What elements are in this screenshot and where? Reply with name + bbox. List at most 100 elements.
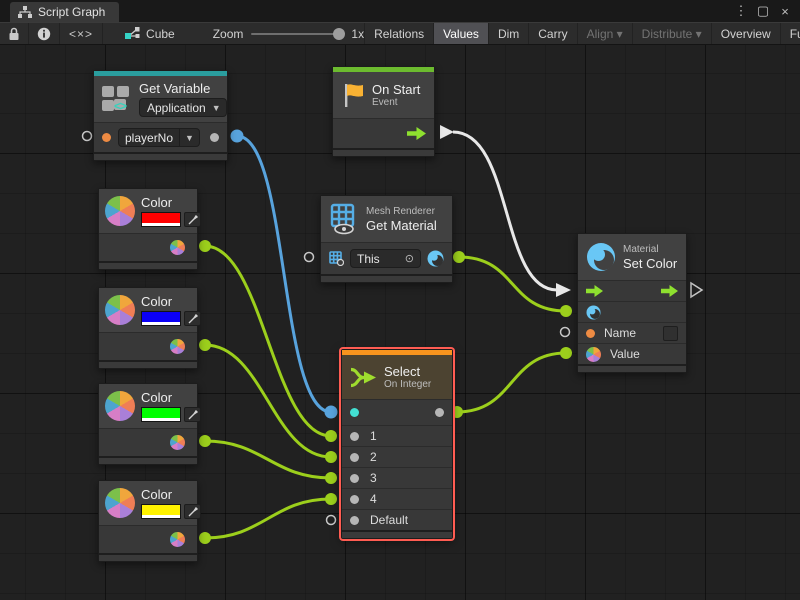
node-select-on-integer[interactable]: Select On Integer 1 2 3 4 Default [341, 349, 453, 539]
node-color-blue[interactable]: Color [98, 287, 198, 369]
port-row: 2 [342, 446, 452, 467]
flow-output-port[interactable] [407, 127, 426, 140]
node-header[interactable]: Color [99, 288, 197, 332]
branch-input-port[interactable] [350, 516, 359, 525]
wire-endpoint [560, 347, 572, 359]
branch-label: 4 [370, 492, 377, 506]
wire-blue-select2[interactable] [205, 345, 331, 457]
selector-input-port[interactable] [350, 408, 359, 417]
branch-input-port[interactable] [350, 474, 359, 483]
node-header[interactable]: Material Set Color [578, 234, 686, 280]
node-footer [342, 530, 452, 538]
color-output-port[interactable] [170, 435, 185, 450]
node-title: Set Color [623, 256, 677, 271]
node-color-yellow[interactable]: Color [98, 480, 198, 562]
node-header[interactable]: Color [99, 189, 197, 233]
eyedropper-button[interactable] [184, 407, 201, 422]
node-header[interactable]: Color [99, 481, 197, 525]
target-object-field[interactable]: This ⊙ [350, 249, 421, 268]
node-title: Color [141, 487, 201, 502]
target-input-port[interactable] [329, 251, 344, 266]
branch-input-port[interactable] [350, 453, 359, 462]
chevron-down-icon[interactable]: ▼ [179, 129, 199, 146]
node-footer [99, 456, 197, 464]
node-color-red[interactable]: Color [98, 188, 198, 270]
color-wheel-icon [105, 196, 135, 226]
port-row [333, 118, 434, 148]
wire-green-select3[interactable] [205, 441, 331, 478]
wire-endpoint [325, 472, 337, 484]
wire-endpoint [199, 532, 211, 544]
value-output-port[interactable] [210, 133, 219, 142]
material-output-port[interactable] [427, 250, 444, 267]
node-header[interactable]: Mesh Renderer Get Material [321, 196, 452, 242]
wire-endpoint [199, 339, 211, 351]
node-footer [578, 364, 686, 372]
wire-endpoint [199, 240, 211, 252]
node-title: Color [141, 390, 201, 405]
name-input-port[interactable] [102, 133, 111, 142]
name-input-field[interactable] [663, 326, 678, 341]
branch-label: 1 [370, 429, 377, 443]
node-footer [94, 152, 227, 160]
selection-output-port[interactable] [435, 408, 444, 417]
color-output-port[interactable] [170, 532, 185, 547]
wire-endpoint [325, 406, 338, 419]
port-row [99, 233, 197, 261]
node-color-green[interactable]: Color [98, 383, 198, 465]
unconnected-port-indicator [561, 328, 570, 337]
mesh-renderer-icon [329, 203, 359, 235]
flow-wire-end-arrow [556, 283, 571, 297]
value-input-port[interactable] [586, 347, 601, 362]
node-title: Color [141, 195, 201, 210]
port-row: Value [578, 343, 686, 364]
node-header[interactable]: Select On Integer [342, 355, 452, 399]
wire-red-select1[interactable] [205, 246, 331, 436]
script-graph-window: Script Graph ⋮ ▢ × <×> [0, 0, 800, 600]
node-header[interactable]: On Start Event [333, 72, 434, 118]
port-row: playerNo ▼ [94, 122, 227, 152]
node-header[interactable]: <> Get Variable Application ▼ [94, 76, 227, 122]
color-output-port[interactable] [170, 240, 185, 255]
node-get-material[interactable]: Mesh Renderer Get Material This ⊙ [320, 195, 453, 283]
eyedropper-button[interactable] [184, 504, 201, 519]
name-input-port[interactable] [586, 329, 595, 338]
material-icon [586, 242, 616, 272]
branch-input-port[interactable] [350, 432, 359, 441]
variable-icon: <> [102, 86, 132, 113]
flow-output-port[interactable] [661, 285, 678, 297]
object-picker-icon[interactable]: ⊙ [405, 252, 414, 265]
flow-input-port[interactable] [586, 285, 603, 297]
wire-yellow-select4[interactable] [205, 499, 331, 538]
color-swatch[interactable] [141, 407, 181, 422]
color-output-port[interactable] [170, 339, 185, 354]
port-row [99, 525, 197, 553]
color-swatch[interactable] [141, 311, 181, 326]
node-title: On Start [372, 82, 420, 97]
eyedropper-button[interactable] [184, 311, 201, 326]
variable-scope-dropdown[interactable]: Application ▼ [139, 98, 227, 117]
node-on-start[interactable]: On Start Event [332, 66, 435, 157]
node-title: Get Variable [139, 81, 227, 96]
wire-getmaterial-setcolor[interactable] [459, 257, 566, 311]
color-swatch[interactable] [141, 212, 181, 227]
eyedropper-button[interactable] [184, 212, 201, 227]
material-input-port[interactable] [586, 305, 601, 320]
eyedropper-icon [188, 507, 198, 517]
node-get-variable[interactable]: <> Get Variable Application ▼ playerNo ▼ [93, 70, 228, 161]
node-set-color[interactable]: Material Set Color Name V [577, 233, 687, 373]
branch-input-port[interactable] [350, 495, 359, 504]
wire-select-value[interactable] [457, 353, 566, 412]
wire-endpoint [325, 451, 337, 463]
wire-playerno-select[interactable] [237, 136, 331, 412]
flow-wire[interactable] [453, 132, 557, 290]
variable-name-dropdown[interactable]: playerNo ▼ [118, 128, 200, 147]
color-swatch[interactable] [141, 504, 181, 519]
color-wheel-icon [105, 295, 135, 325]
node-footer [99, 261, 197, 269]
wire-endpoint [325, 493, 337, 505]
eyedropper-icon [188, 314, 198, 324]
node-title: Get Material [366, 218, 437, 233]
node-header[interactable]: Color [99, 384, 197, 428]
port-row [342, 399, 452, 425]
